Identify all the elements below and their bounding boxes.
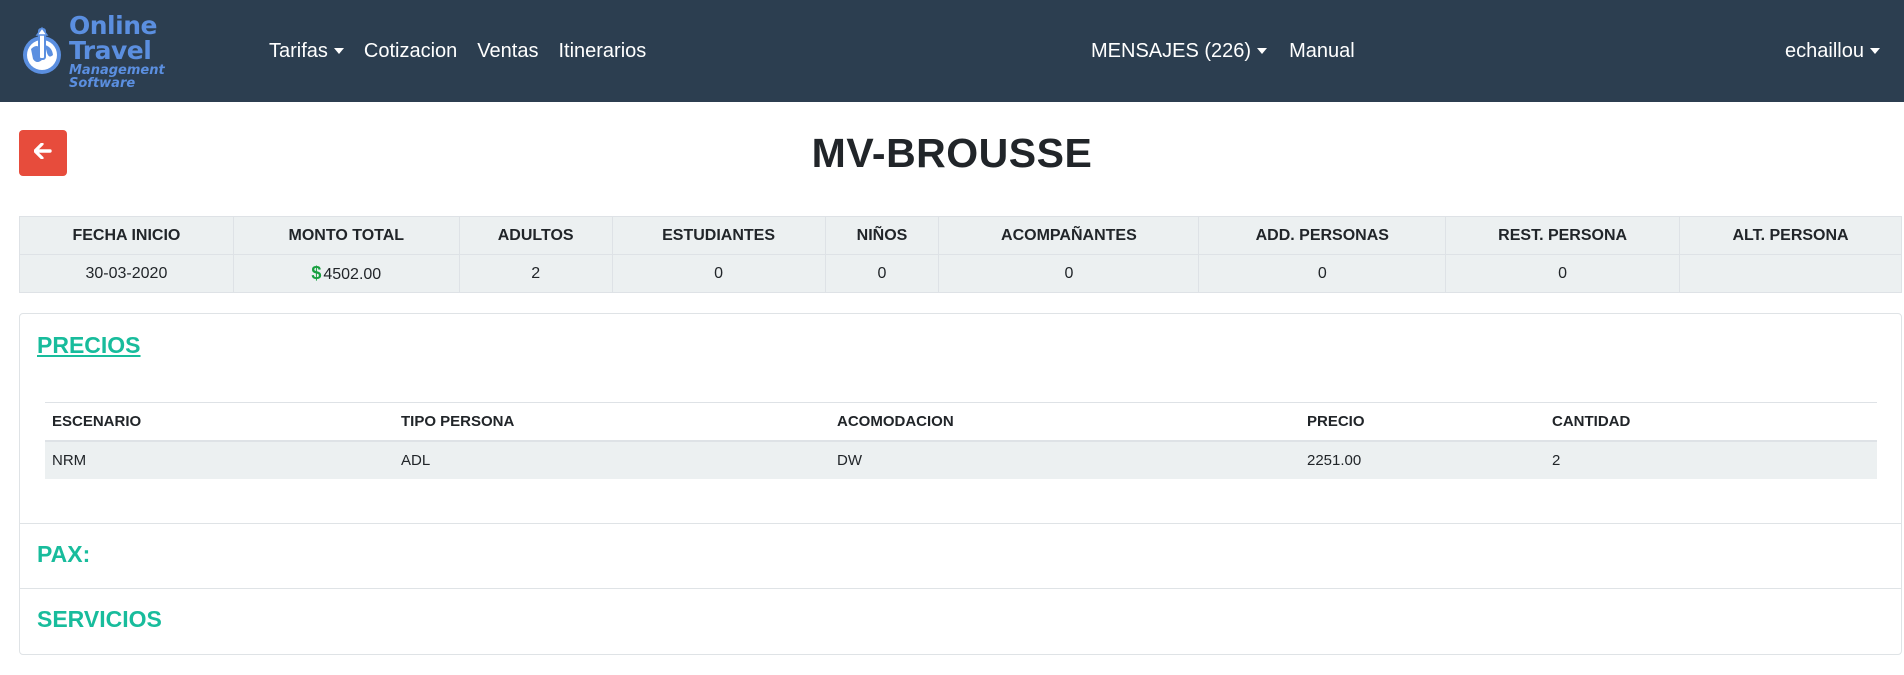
prices-header-cell: TIPO PERSONA [394, 402, 830, 442]
globe-logo-icon [19, 25, 65, 77]
nav-ventas-label: Ventas [477, 39, 539, 62]
fecha-inicio-value: 30-03-2020 [19, 254, 234, 293]
dollar-icon: $ [311, 263, 322, 283]
prices-header-cell: PRECIO [1300, 402, 1545, 442]
detail-card: PRECIOS ESCENARIO TIPO PERSONA ACOMODACI… [19, 313, 1902, 655]
brand-logo[interactable]: Online Travel Management Software [19, 13, 235, 90]
section-divider [20, 523, 1901, 524]
brand-tagline: Management Software [69, 62, 165, 91]
prices-table: ESCENARIO TIPO PERSONA ACOMODACION PRECI… [45, 402, 1877, 479]
pax-toggle[interactable]: PAX: [37, 541, 90, 568]
tipo-persona-cell: ADL [401, 451, 431, 469]
summary-header-cell: ALT. PERSONA [1679, 216, 1902, 255]
summary-header-cell: NIÑOS [824, 216, 940, 255]
nav-mensajes-label: MENSAJES (226) [1091, 39, 1252, 62]
adultos-value: 2 [458, 254, 613, 293]
nav-cotizacion-label: Cotizacion [363, 39, 458, 62]
summary-header-cell: FECHA INICIO [19, 216, 234, 255]
precio-cell: 2251.00 [1307, 451, 1362, 469]
caret-down-icon [333, 48, 344, 54]
ninos-value: 0 [824, 254, 940, 293]
section-divider [20, 588, 1901, 589]
summary-header-cell: REST. PERSONA [1445, 216, 1681, 255]
summary-header-cell: ESTUDIANTES [611, 216, 826, 255]
nav-cotizacion[interactable]: Cotizacion [354, 40, 467, 63]
nav-manual-label: Manual [1289, 39, 1355, 62]
nav-tarifas-label: Tarifas [269, 39, 328, 62]
prices-header-cell: ACOMODACION [830, 402, 1300, 442]
summary-header-cell: ADULTOS [458, 216, 613, 255]
caret-down-icon [1870, 48, 1880, 54]
page-title: MV-BROUSSE [811, 130, 1093, 176]
main-menu: Tarifas Cotizacion Ventas Itinerarios [259, 40, 656, 63]
prices-header-cell: ESCENARIO [45, 402, 394, 442]
cantidad-cell: 2 [1552, 451, 1561, 469]
user-dropdown[interactable]: echaillou [1775, 40, 1890, 63]
page-header: MV-BROUSSE [0, 102, 1904, 202]
user-name: echaillou [1785, 39, 1864, 62]
monto-total-cell: $4502.00 [232, 254, 460, 293]
servicios-toggle[interactable]: SERVICIOS [37, 606, 162, 633]
center-menu: MENSAJES (226) Manual [1081, 0, 1365, 102]
estudiantes-value: 0 [611, 254, 826, 293]
caret-down-icon [1257, 48, 1268, 54]
table-row: NRM ADL DW 2251.00 2 [45, 440, 1877, 479]
nav-tarifas-dropdown[interactable]: Tarifas [259, 40, 354, 63]
nav-manual[interactable]: Manual [1279, 40, 1365, 63]
add-personas-value: 0 [1198, 254, 1447, 293]
precios-toggle[interactable]: PRECIOS [37, 332, 141, 359]
summary-header-row: FECHA INICIO MONTO TOTAL ADULTOS ESTUDIA… [19, 216, 1902, 255]
summary-table: FECHA INICIO MONTO TOTAL ADULTOS ESTUDIA… [19, 216, 1902, 293]
top-navbar: Online Travel Management Software Tarifa… [0, 0, 1904, 102]
monto-total-value: 4502.00 [323, 266, 382, 283]
summary-header-cell: MONTO TOTAL [232, 216, 460, 255]
nav-mensajes-dropdown[interactable]: MENSAJES (226) [1081, 40, 1277, 63]
acomodacion-cell: DW [837, 451, 862, 469]
prices-header-row: ESCENARIO TIPO PERSONA ACOMODACION PRECI… [45, 402, 1877, 442]
user-menu: echaillou [1775, 0, 1890, 102]
prices-header-cell: CANTIDAD [1545, 402, 1877, 442]
summary-header-cell: ACOMPAÑANTES [938, 216, 1200, 255]
acompanantes-value: 0 [938, 254, 1200, 293]
nav-itinerarios[interactable]: Itinerarios [548, 40, 656, 63]
nav-itinerarios-label: Itinerarios [558, 39, 647, 62]
alt-persona-value [1679, 254, 1902, 293]
summary-value-row: 30-03-2020 $4502.00 2 0 0 0 0 0 [19, 254, 1902, 293]
nav-ventas[interactable]: Ventas [467, 40, 548, 63]
summary-header-cell: ADD. PERSONAS [1198, 216, 1447, 255]
brand-name: Online Travel [69, 10, 157, 65]
escenario-cell: NRM [52, 451, 87, 469]
rest-persona-value: 0 [1445, 254, 1681, 293]
